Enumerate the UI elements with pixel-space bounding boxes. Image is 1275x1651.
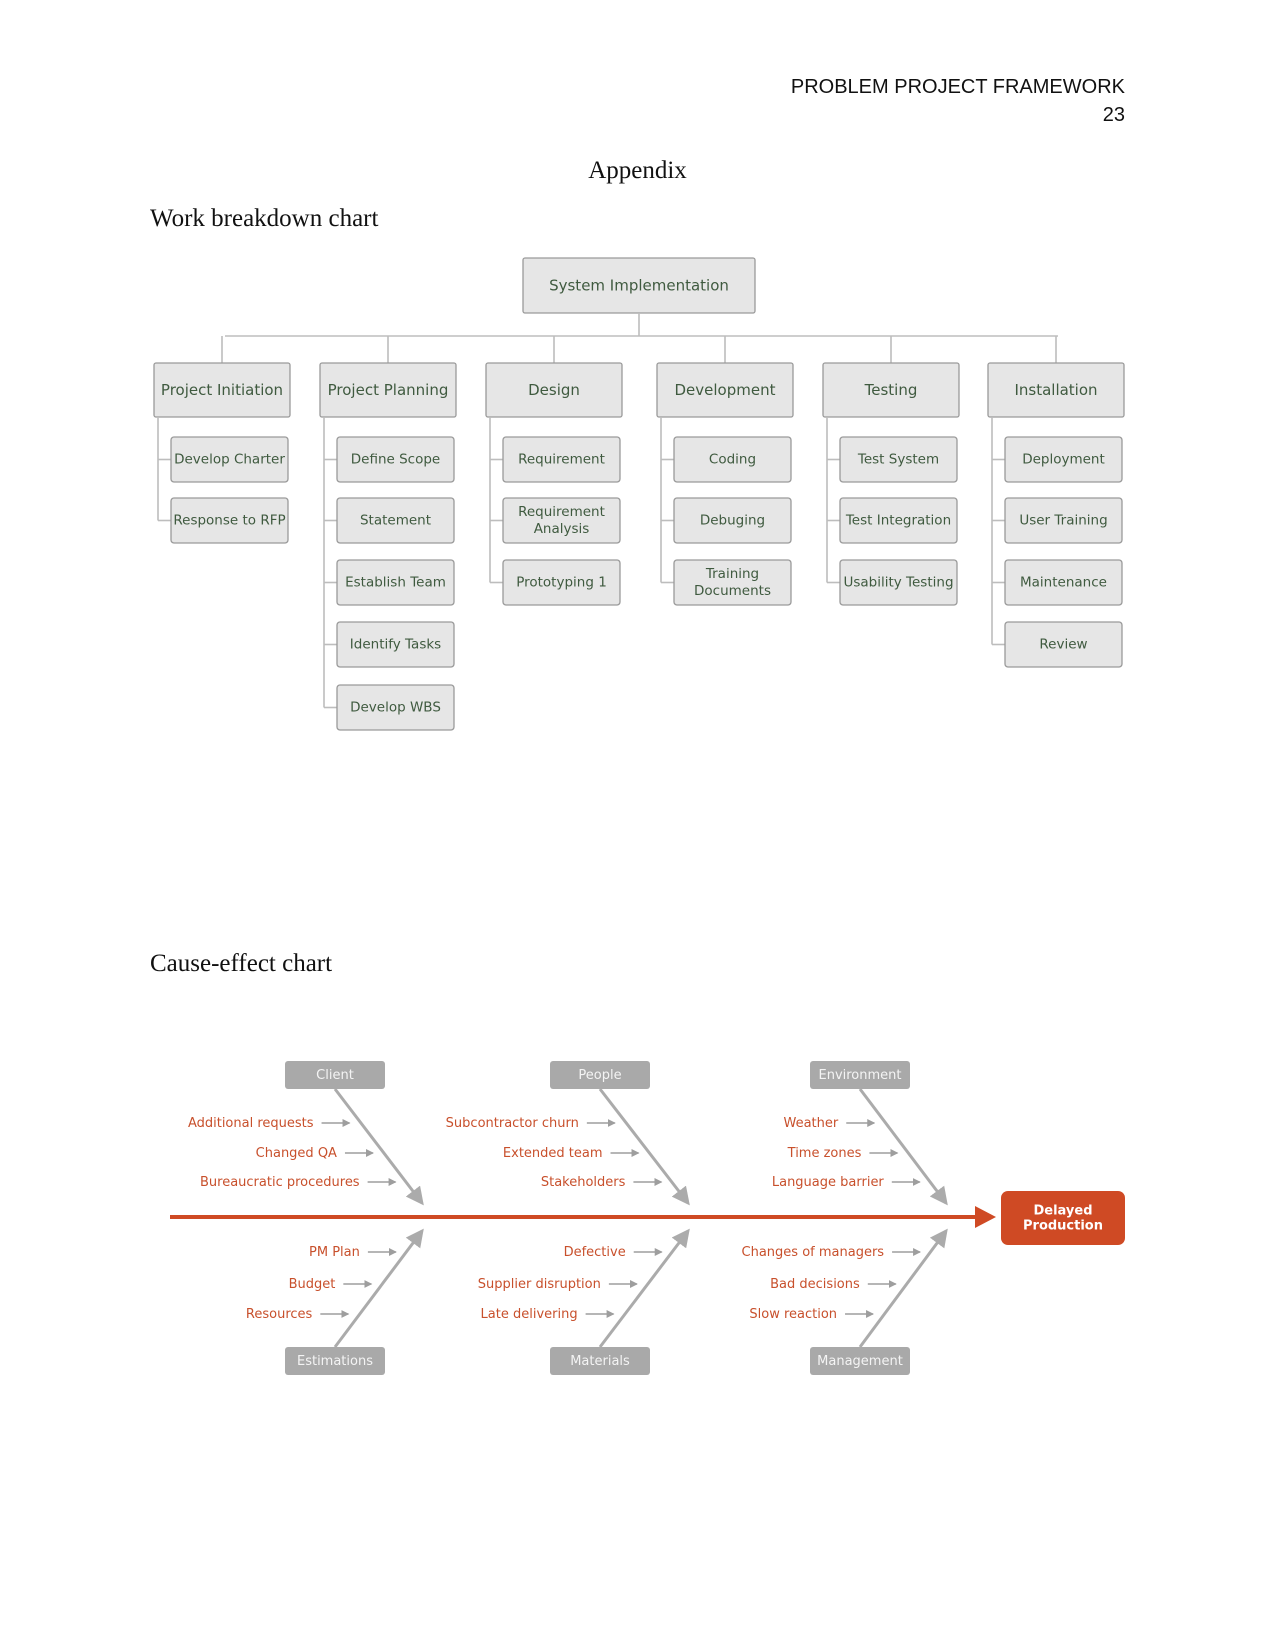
cause-label: PM Plan <box>309 1245 360 1260</box>
cause-label: Defective <box>564 1245 626 1260</box>
cause-label: Resources <box>246 1307 313 1322</box>
cause-label: Stakeholders <box>541 1175 626 1190</box>
cause-label: Extended team <box>503 1146 603 1161</box>
category-label: Environment <box>818 1068 901 1083</box>
cause-label: Additional requests <box>188 1116 314 1131</box>
cause-label: Changed QA <box>256 1146 337 1161</box>
cause-label: Bureaucratic procedures <box>200 1175 360 1190</box>
cause-effect-chart: Delayed Production Client Additional reques… <box>170 1061 1125 1375</box>
cause-label: Weather <box>783 1116 838 1131</box>
cause-label: Budget <box>289 1277 336 1292</box>
cause-label: Language barrier <box>772 1175 885 1190</box>
category-label: Client <box>316 1068 354 1083</box>
effect-label: Delayed Production <box>1023 1203 1103 1233</box>
cause-label: Subcontractor churn <box>446 1116 579 1131</box>
cause-label: Supplier disruption <box>478 1277 601 1292</box>
spine-arrowhead-icon <box>975 1206 996 1228</box>
cause-label: Bad decisions <box>770 1277 860 1292</box>
cause-label: Slow reaction <box>749 1307 837 1322</box>
category-label: Management <box>817 1354 903 1369</box>
cause-label: Changes of managers <box>742 1245 885 1260</box>
category-label: Materials <box>570 1354 630 1369</box>
category-label: People <box>578 1068 621 1083</box>
category-label: Estimations <box>297 1354 373 1369</box>
cause-label: Late delivering <box>481 1307 578 1322</box>
cause-label: Time zones <box>787 1146 862 1161</box>
